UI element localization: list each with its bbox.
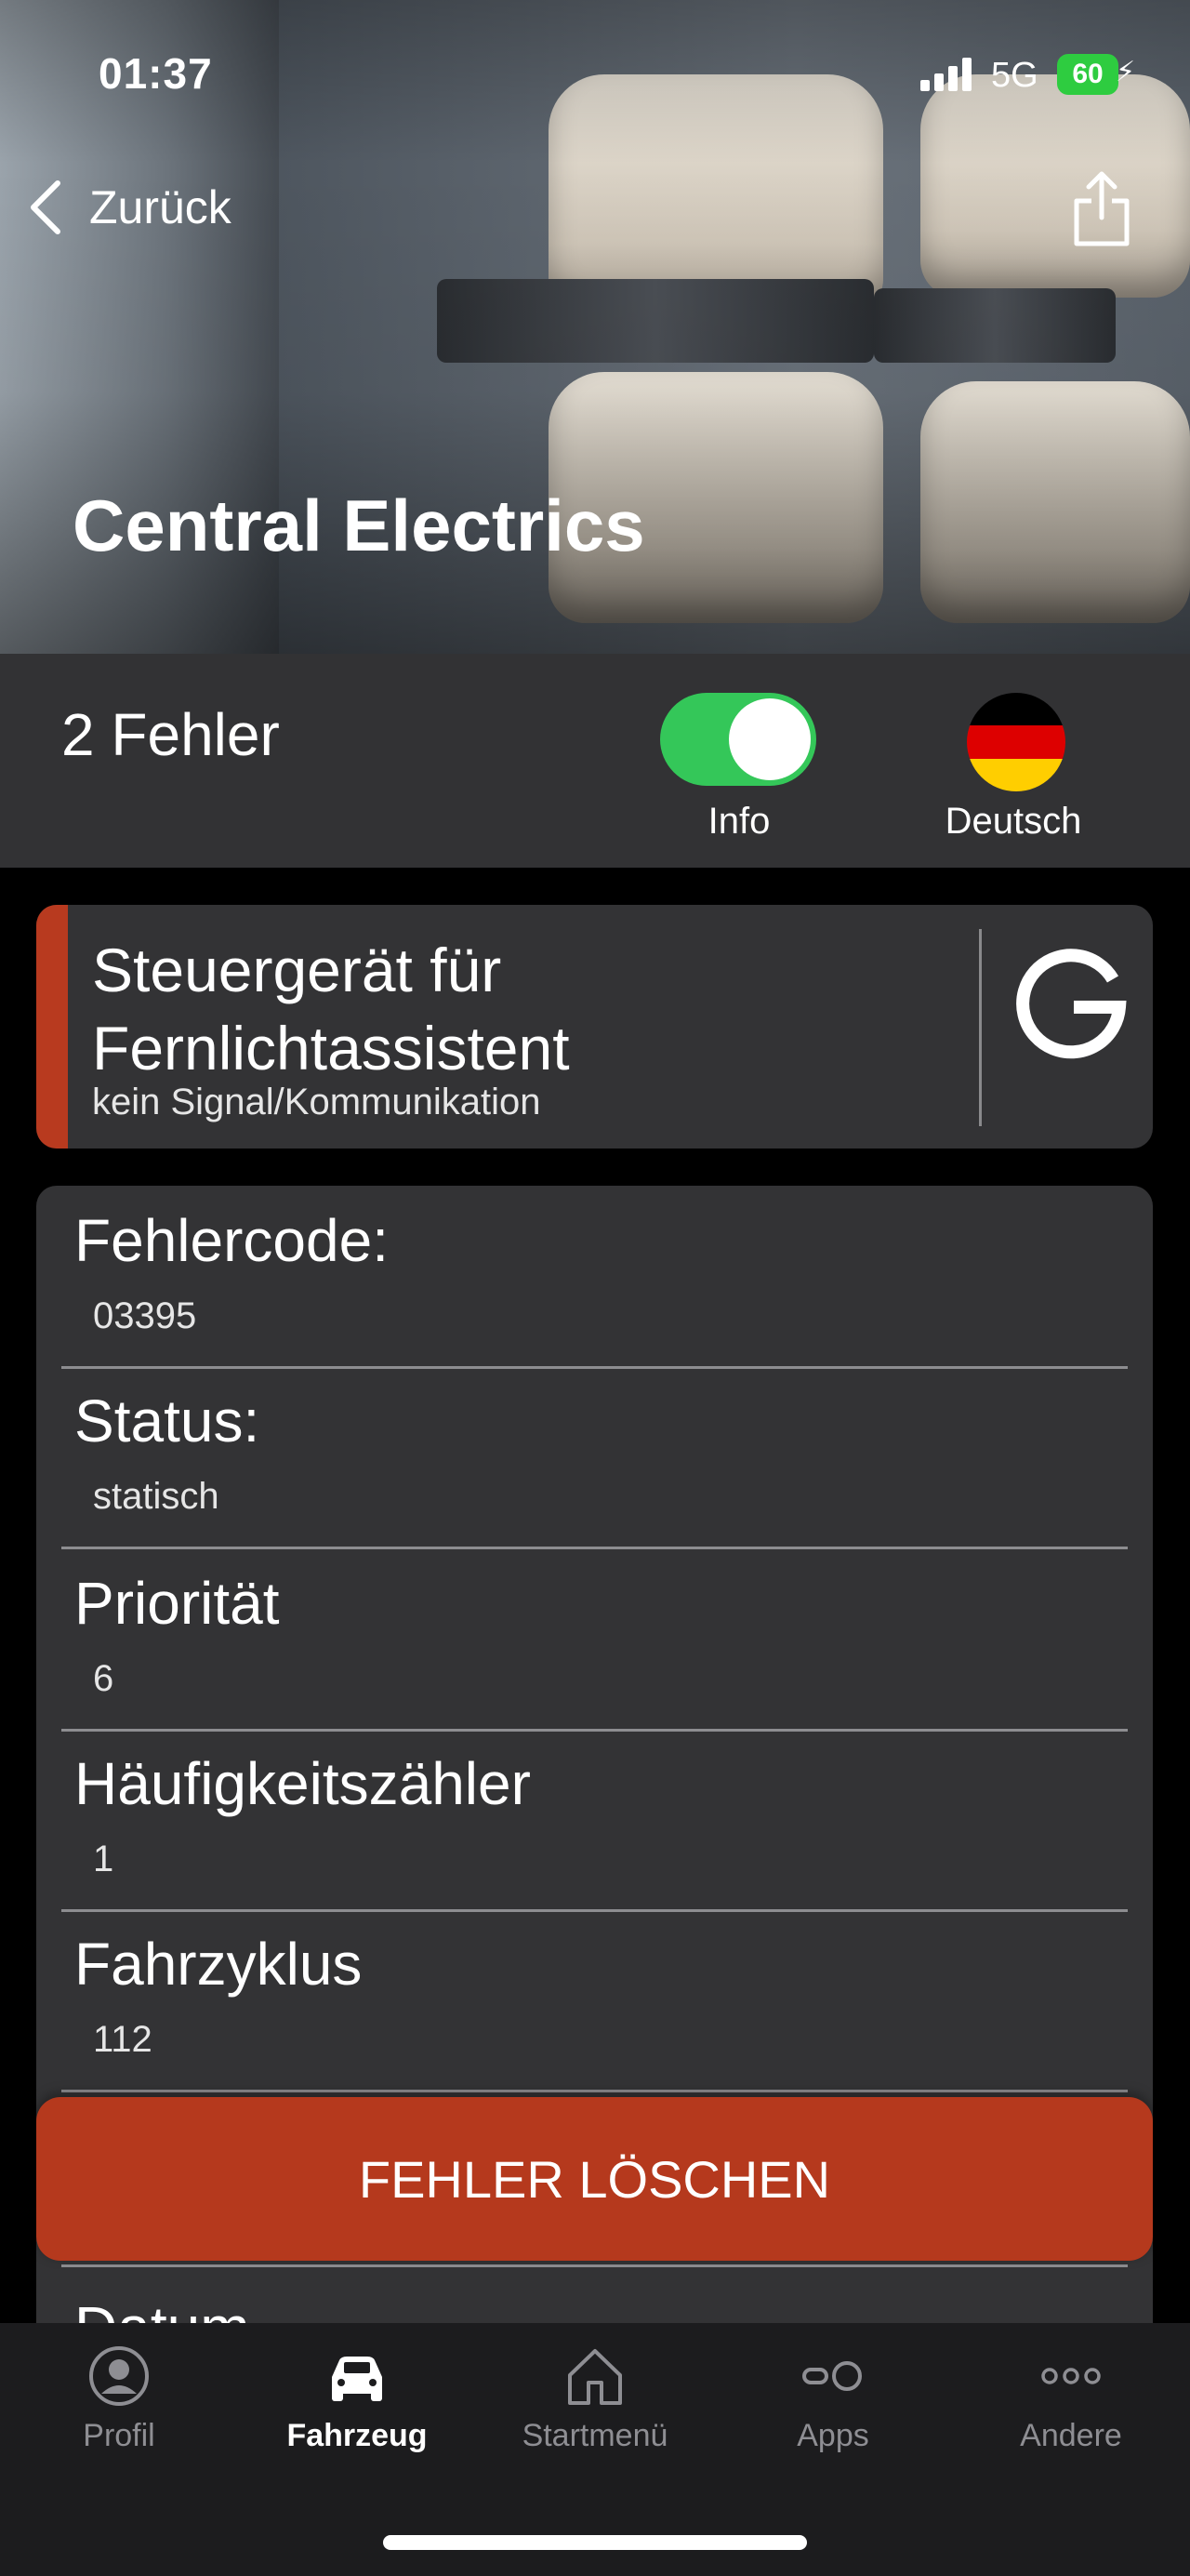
detail-value: 03395 (93, 1295, 197, 1336)
tab-profile[interactable]: Profil (0, 2345, 238, 2494)
german-flag-icon[interactable] (967, 693, 1065, 791)
info-toggle-label: Info (707, 801, 771, 842)
detail-value: statisch (93, 1476, 219, 1517)
detail-label: Priorität (74, 1570, 280, 1637)
detail-label: Fahrzyklus (74, 1931, 363, 1998)
charging-icon: ⚡ (1116, 57, 1136, 87)
apps-icon (802, 2361, 862, 2391)
detail-value: 6 (93, 1658, 114, 1699)
home-indicator[interactable] (383, 2535, 807, 2550)
detail-value: 112 (93, 2019, 152, 2060)
detail-label: Häufigkeitszähler (74, 1750, 531, 1817)
back-label: Zurück (89, 181, 231, 233)
tab-label: Apps (797, 2418, 869, 2453)
tab-label: Fahrzeug (286, 2418, 428, 2453)
tab-label: Andere (1020, 2418, 1122, 2453)
page-title: Central Electrics (73, 485, 645, 566)
more-icon (1041, 2368, 1101, 2384)
detail-row-priority: Priorität 6 (61, 1548, 1128, 1732)
car-icon (332, 2357, 382, 2401)
header-image: 01:37 5G 60 ⚡ Zurück Central Electrics (0, 0, 1190, 654)
fault-severity-accent (36, 905, 68, 1149)
fault-name: Steuergerät für Fernlichtassistent (92, 936, 570, 1082)
detail-row-status: Status: statisch (61, 1366, 1128, 1549)
detail-row-drive-cycle: Fahrzyklus 112 (61, 1909, 1128, 2092)
signal-strength-icon (920, 58, 972, 91)
status-bar: 01:37 5G 60 ⚡ (0, 0, 1190, 149)
detail-row-fault-code: Fehlercode: 03395 (61, 1186, 1128, 1369)
tab-apps[interactable]: Apps (714, 2345, 952, 2494)
tab-label: Startmenü (522, 2418, 668, 2453)
tab-vehicle[interactable]: Fahrzeug (238, 2345, 476, 2494)
delete-faults-button[interactable]: FEHLER LÖSCHEN (36, 2097, 1153, 2261)
tab-more[interactable]: Andere (952, 2345, 1190, 2494)
language-label: Deutsch (945, 801, 1082, 842)
network-type: 5G (991, 56, 1038, 95)
divider (979, 929, 982, 1126)
chevron-left-icon (31, 180, 60, 234)
home-icon (568, 2349, 622, 2405)
detail-label: Fehlercode: (74, 1207, 389, 1274)
detail-value: 1 (93, 1839, 114, 1879)
summary-bar: 2 Fehler Info Deutsch (0, 654, 1190, 868)
tab-label: Profil (83, 2418, 155, 2453)
fault-description: kein Signal/Kommunikation (92, 1082, 541, 1122)
share-icon[interactable] (1071, 169, 1132, 247)
battery-indicator: 60 (1057, 54, 1118, 95)
detail-label: Status: (74, 1388, 260, 1454)
fault-card[interactable]: Steuergerät für Fernlichtassistent kein … (36, 905, 1153, 1149)
profile-icon (89, 2346, 149, 2406)
google-search-icon[interactable] (1011, 942, 1131, 1063)
info-toggle[interactable] (660, 693, 816, 786)
tab-home[interactable]: Startmenü (476, 2345, 714, 2494)
detail-row-frequency-counter: Häufigkeitszähler 1 (61, 1729, 1128, 1912)
clock: 01:37 (99, 49, 213, 98)
error-count: 2 Fehler (61, 701, 280, 768)
back-button[interactable]: Zurück (26, 175, 231, 240)
